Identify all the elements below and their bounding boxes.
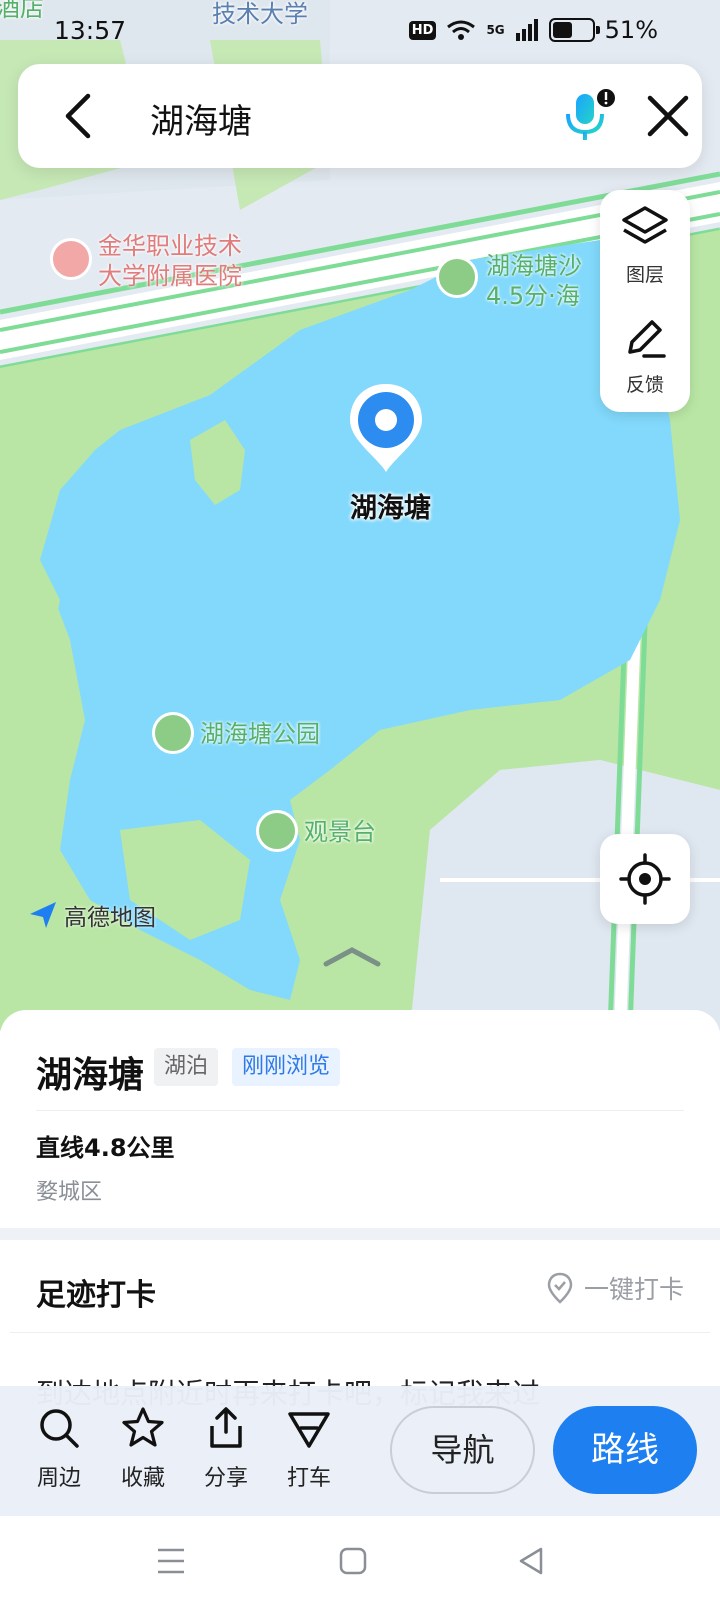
route-button[interactable]: 路线 [553,1406,697,1494]
share-button[interactable]: 分享 [191,1406,261,1492]
amap-logo-text: 高德地图 [64,905,156,931]
hd-icon: HD [408,20,437,40]
favorite-button[interactable]: 收藏 [108,1406,178,1492]
battery-icon [548,18,600,42]
map-label-hospital-2[interactable]: 大学附属医院 [98,262,242,290]
map-label-beach-1[interactable]: 湖海塘沙 [486,252,582,280]
wifi-icon [447,20,476,40]
category-tag: 湖泊 [154,1048,219,1086]
amap-logo: 高德地图 [28,898,156,932]
park-icon[interactable] [152,712,194,754]
place-title: 湖海塘 [36,1055,145,1096]
taxi-icon [288,1412,330,1448]
network-5g-icon: 5G [486,23,504,37]
map-marker-name[interactable]: 湖海塘 [350,486,431,525]
layers-button[interactable]: 图层 [600,190,690,300]
system-nav-bar [0,1516,720,1612]
star-icon [122,1407,164,1447]
search-icon [40,1409,79,1448]
hospital-icon[interactable] [50,238,92,280]
map-label-beach-2[interactable]: 4.5分·海 [486,282,580,310]
menu-icon[interactable] [156,1546,186,1576]
amap-logo-icon [30,902,56,928]
recent-tag: 刚刚浏览 [232,1048,341,1086]
map-label-park[interactable]: 湖海塘公园 [200,720,320,748]
search-query[interactable]: 湖海塘 [150,94,252,143]
search-bar[interactable]: 湖海塘 [18,64,702,168]
divider [10,1332,710,1333]
back-nav-icon[interactable] [516,1546,546,1576]
checkin-button-label: 一键打卡 [583,1275,684,1304]
close-icon[interactable] [640,88,696,144]
taxi-button[interactable]: 打车 [274,1406,344,1492]
crosshair-icon [619,853,671,905]
status-time: 13:57 [54,16,127,45]
taxi-label: 打车 [286,1466,331,1491]
battery-percent: 51% [604,16,658,44]
signal-icon [515,19,538,41]
checkin-title: 足迹打卡 [36,1278,156,1313]
network-type: 5G [486,23,505,37]
battery-fill [552,22,572,38]
map-tools: 图层 反馈 [600,190,690,412]
locate-me-button[interactable] [600,834,690,924]
place-info-sheet[interactable]: 湖海塘 湖泊 刚刚浏览 直线4.8公里 婺城区 [0,1010,720,1228]
home-icon[interactable] [338,1546,368,1576]
one-tap-checkin-button[interactable]: 一键打卡 [546,1270,684,1306]
expand-chevron-icon[interactable] [322,944,382,970]
voice-mic-icon[interactable] [556,86,616,146]
status-bar: 13:57 HD 5G 51% [0,0,720,64]
feedback-label: 反馈 [625,374,664,396]
bottom-action-bar: 周边 收藏 分享 打车 导航 路线 [0,1386,720,1516]
nearby-button[interactable]: 周边 [24,1406,94,1492]
beach-icon[interactable] [436,256,478,298]
divider [36,1110,684,1111]
navigate-button[interactable]: 导航 [390,1406,535,1494]
location-pin-icon[interactable] [346,380,426,480]
layers-icon [622,206,668,244]
edit-pencil-icon [628,320,666,358]
map-label-hospital-1[interactable]: 金华职业技术 [98,232,242,260]
status-icons: HD 5G 51% [408,16,658,44]
back-icon[interactable] [54,88,110,144]
viewpoint-icon[interactable] [256,810,298,852]
feedback-button[interactable]: 反馈 [600,300,690,410]
nearby-label: 周边 [36,1466,81,1491]
checkin-pin-icon [547,1272,573,1304]
favorite-label: 收藏 [120,1466,165,1491]
share-icon [210,1407,242,1448]
map-label-viewpoint[interactable]: 观景台 [304,818,376,846]
distance-text: 直线4.8公里 [36,1134,175,1162]
layers-label: 图层 [625,264,664,286]
district-text: 婺城区 [36,1180,103,1205]
share-label: 分享 [203,1466,248,1491]
